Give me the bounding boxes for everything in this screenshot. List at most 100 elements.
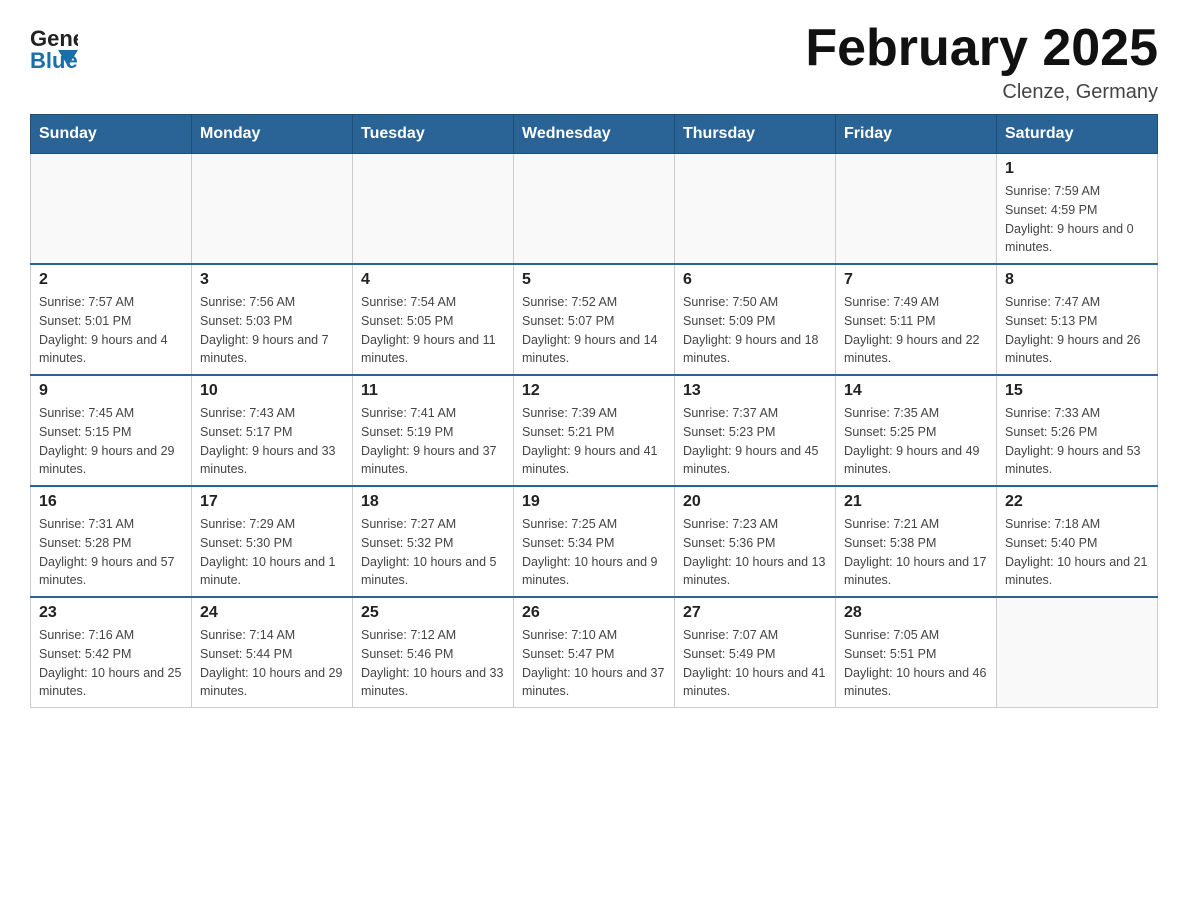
day-info: Sunrise: 7:52 AMSunset: 5:07 PMDaylight:… (522, 293, 666, 368)
calendar-cell: 26 Sunrise: 7:10 AMSunset: 5:47 PMDayligh… (514, 597, 675, 708)
day-info: Sunrise: 7:43 AMSunset: 5:17 PMDaylight:… (200, 404, 344, 479)
title-block: February 2025 Clenze, Germany (805, 20, 1158, 104)
calendar-cell (675, 154, 836, 265)
day-number: 6 (683, 271, 827, 289)
day-info: Sunrise: 7:25 AMSunset: 5:34 PMDaylight:… (522, 515, 666, 590)
calendar-cell: 15 Sunrise: 7:33 AMSunset: 5:26 PMDayligh… (997, 375, 1158, 486)
day-info: Sunrise: 7:21 AMSunset: 5:38 PMDaylight:… (844, 515, 988, 590)
day-info: Sunrise: 7:05 AMSunset: 5:51 PMDaylight:… (844, 626, 988, 701)
weekday-header-friday: Friday (836, 115, 997, 154)
day-number: 8 (1005, 271, 1149, 289)
calendar-cell: 23 Sunrise: 7:16 AMSunset: 5:42 PMDayligh… (31, 597, 192, 708)
day-number: 4 (361, 271, 505, 289)
day-info: Sunrise: 7:35 AMSunset: 5:25 PMDaylight:… (844, 404, 988, 479)
calendar-cell: 27 Sunrise: 7:07 AMSunset: 5:49 PMDayligh… (675, 597, 836, 708)
svg-text:Blue: Blue (30, 48, 78, 72)
calendar-cell (836, 154, 997, 265)
day-number: 3 (200, 271, 344, 289)
day-info: Sunrise: 7:39 AMSunset: 5:21 PMDaylight:… (522, 404, 666, 479)
day-info: Sunrise: 7:14 AMSunset: 5:44 PMDaylight:… (200, 626, 344, 701)
calendar-week-row: 2 Sunrise: 7:57 AMSunset: 5:01 PMDaylight… (31, 264, 1158, 375)
calendar-table: SundayMondayTuesdayWednesdayThursdayFrid… (30, 114, 1158, 708)
day-info: Sunrise: 7:37 AMSunset: 5:23 PMDaylight:… (683, 404, 827, 479)
calendar-cell: 5 Sunrise: 7:52 AMSunset: 5:07 PMDaylight… (514, 264, 675, 375)
day-number: 15 (1005, 382, 1149, 400)
logo-icon: General Blue (30, 20, 78, 72)
calendar-week-row: 1 Sunrise: 7:59 AMSunset: 4:59 PMDaylight… (31, 154, 1158, 265)
day-info: Sunrise: 7:27 AMSunset: 5:32 PMDaylight:… (361, 515, 505, 590)
day-number: 23 (39, 604, 183, 622)
calendar-cell (353, 154, 514, 265)
calendar-cell: 20 Sunrise: 7:23 AMSunset: 5:36 PMDayligh… (675, 486, 836, 597)
day-info: Sunrise: 7:31 AMSunset: 5:28 PMDaylight:… (39, 515, 183, 590)
calendar-cell: 3 Sunrise: 7:56 AMSunset: 5:03 PMDaylight… (192, 264, 353, 375)
calendar-week-row: 23 Sunrise: 7:16 AMSunset: 5:42 PMDayligh… (31, 597, 1158, 708)
day-number: 12 (522, 382, 666, 400)
day-number: 26 (522, 604, 666, 622)
day-number: 28 (844, 604, 988, 622)
page-header: General Blue February 2025 Clenze, Germa… (30, 20, 1158, 104)
calendar-cell: 6 Sunrise: 7:50 AMSunset: 5:09 PMDaylight… (675, 264, 836, 375)
day-number: 9 (39, 382, 183, 400)
day-info: Sunrise: 7:41 AMSunset: 5:19 PMDaylight:… (361, 404, 505, 479)
day-info: Sunrise: 7:57 AMSunset: 5:01 PMDaylight:… (39, 293, 183, 368)
day-number: 11 (361, 382, 505, 400)
calendar-cell: 11 Sunrise: 7:41 AMSunset: 5:19 PMDayligh… (353, 375, 514, 486)
day-info: Sunrise: 7:23 AMSunset: 5:36 PMDaylight:… (683, 515, 827, 590)
day-number: 7 (844, 271, 988, 289)
calendar-cell: 19Sunrise: 7:25 AMSunset: 5:34 PMDayligh… (514, 486, 675, 597)
day-number: 2 (39, 271, 183, 289)
day-number: 21 (844, 493, 988, 511)
day-info: Sunrise: 7:10 AMSunset: 5:47 PMDaylight:… (522, 626, 666, 701)
day-number: 17 (200, 493, 344, 511)
day-number: 1 (1005, 160, 1149, 178)
day-number: 20 (683, 493, 827, 511)
calendar-cell: 1 Sunrise: 7:59 AMSunset: 4:59 PMDaylight… (997, 154, 1158, 265)
calendar-cell: 13 Sunrise: 7:37 AMSunset: 5:23 PMDayligh… (675, 375, 836, 486)
day-info: Sunrise: 7:12 AMSunset: 5:46 PMDaylight:… (361, 626, 505, 701)
day-number: 27 (683, 604, 827, 622)
day-info: Sunrise: 7:29 AMSunset: 5:30 PMDaylight:… (200, 515, 344, 590)
day-number: 14 (844, 382, 988, 400)
calendar-cell: 12 Sunrise: 7:39 AMSunset: 5:21 PMDayligh… (514, 375, 675, 486)
weekday-header-tuesday: Tuesday (353, 115, 514, 154)
weekday-header-sunday: Sunday (31, 115, 192, 154)
weekday-header-monday: Monday (192, 115, 353, 154)
day-info: Sunrise: 7:59 AMSunset: 4:59 PMDaylight:… (1005, 182, 1149, 257)
calendar-cell (997, 597, 1158, 708)
calendar-week-row: 16 Sunrise: 7:31 AMSunset: 5:28 PMDayligh… (31, 486, 1158, 597)
weekday-header-saturday: Saturday (997, 115, 1158, 154)
calendar-cell (31, 154, 192, 265)
day-info: Sunrise: 7:16 AMSunset: 5:42 PMDaylight:… (39, 626, 183, 701)
day-info: Sunrise: 7:33 AMSunset: 5:26 PMDaylight:… (1005, 404, 1149, 479)
weekday-header-wednesday: Wednesday (514, 115, 675, 154)
day-number: 10 (200, 382, 344, 400)
calendar-cell: 4 Sunrise: 7:54 AMSunset: 5:05 PMDaylight… (353, 264, 514, 375)
day-number: 5 (522, 271, 666, 289)
calendar-title: February 2025 (805, 20, 1158, 77)
day-number: 16 (39, 493, 183, 511)
calendar-cell: 17 Sunrise: 7:29 AMSunset: 5:30 PMDayligh… (192, 486, 353, 597)
weekday-header-row: SundayMondayTuesdayWednesdayThursdayFrid… (31, 115, 1158, 154)
day-number: 24 (200, 604, 344, 622)
day-info: Sunrise: 7:54 AMSunset: 5:05 PMDaylight:… (361, 293, 505, 368)
day-info: Sunrise: 7:07 AMSunset: 5:49 PMDaylight:… (683, 626, 827, 701)
calendar-cell: 16 Sunrise: 7:31 AMSunset: 5:28 PMDayligh… (31, 486, 192, 597)
calendar-cell: 8Sunrise: 7:47 AMSunset: 5:13 PMDaylight… (997, 264, 1158, 375)
day-info: Sunrise: 7:50 AMSunset: 5:09 PMDaylight:… (683, 293, 827, 368)
calendar-cell: 21 Sunrise: 7:21 AMSunset: 5:38 PMDayligh… (836, 486, 997, 597)
day-info: Sunrise: 7:49 AMSunset: 5:11 PMDaylight:… (844, 293, 988, 368)
day-info: Sunrise: 7:18 AMSunset: 5:40 PMDaylight:… (1005, 515, 1149, 590)
day-info: Sunrise: 7:56 AMSunset: 5:03 PMDaylight:… (200, 293, 344, 368)
calendar-cell: 24 Sunrise: 7:14 AMSunset: 5:44 PMDayligh… (192, 597, 353, 708)
calendar-cell: 25 Sunrise: 7:12 AMSunset: 5:46 PMDayligh… (353, 597, 514, 708)
calendar-cell: 9Sunrise: 7:45 AMSunset: 5:15 PMDaylight… (31, 375, 192, 486)
calendar-cell: 2 Sunrise: 7:57 AMSunset: 5:01 PMDaylight… (31, 264, 192, 375)
day-number: 13 (683, 382, 827, 400)
calendar-cell: 7 Sunrise: 7:49 AMSunset: 5:11 PMDaylight… (836, 264, 997, 375)
calendar-week-row: 9Sunrise: 7:45 AMSunset: 5:15 PMDaylight… (31, 375, 1158, 486)
weekday-header-thursday: Thursday (675, 115, 836, 154)
calendar-cell: 28 Sunrise: 7:05 AMSunset: 5:51 PMDayligh… (836, 597, 997, 708)
calendar-cell: 10 Sunrise: 7:43 AMSunset: 5:17 PMDayligh… (192, 375, 353, 486)
day-number: 25 (361, 604, 505, 622)
